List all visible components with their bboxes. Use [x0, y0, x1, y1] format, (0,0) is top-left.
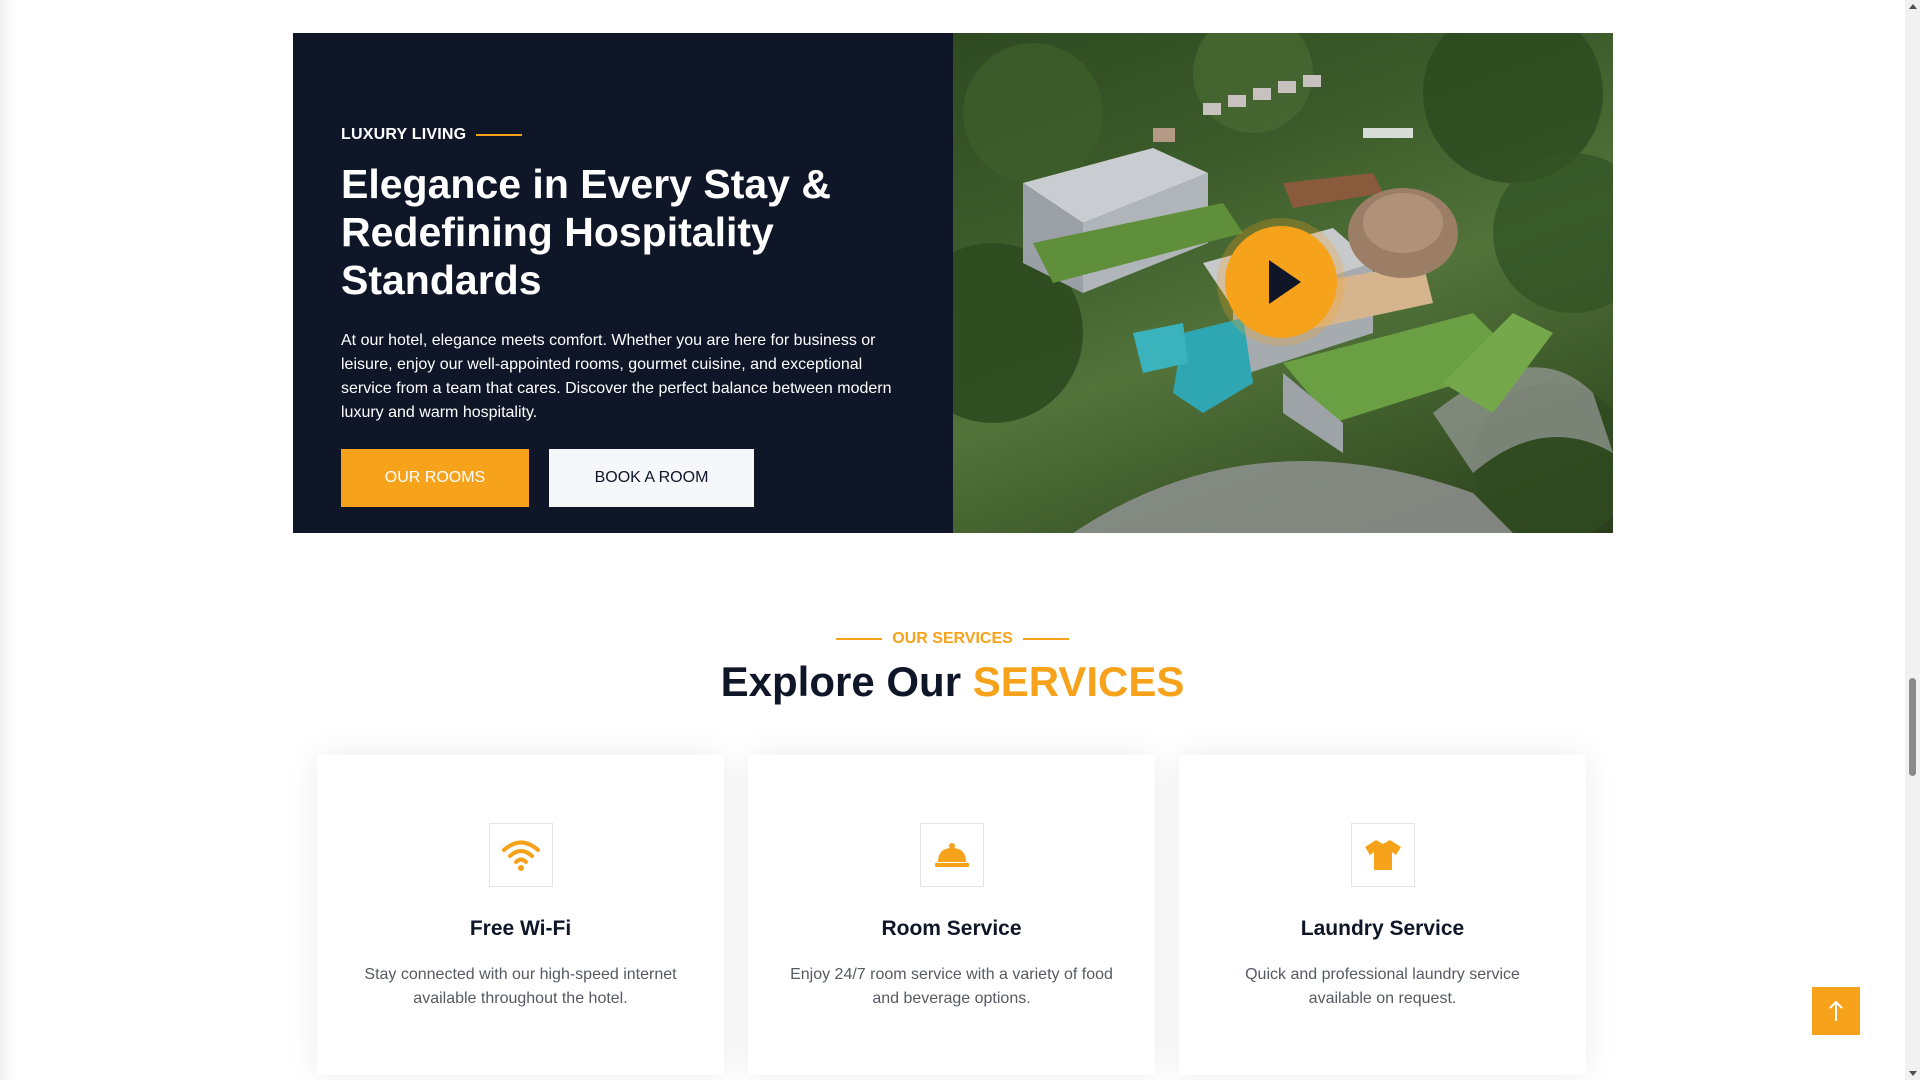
scroll-down-arrow-icon[interactable]	[1909, 1071, 1917, 1076]
hero-description: At our hotel, elegance meets comfort. Wh…	[341, 332, 892, 421]
service-card-wifi[interactable]: Free Wi-Fi Stay connected with our high-…	[317, 755, 724, 1075]
eyebrow-line-left	[836, 638, 883, 640]
eyebrow-line-right	[1022, 638, 1069, 640]
service-description: Quick and professional laundry service a…	[1245, 966, 1520, 1007]
hero-content: LUXURY LIVING Elegance in Every Stay & R…	[293, 33, 953, 533]
service-title: Room Service	[881, 917, 1022, 940]
hero-eyebrow: LUXURY LIVING	[341, 126, 523, 144]
service-icon-box	[488, 823, 553, 887]
service-card-laundry[interactable]: Laundry Service Quick and professional l…	[1179, 755, 1586, 1075]
scroll-up-arrow-icon[interactable]	[1909, 4, 1917, 9]
services-title-accent: SERVICES	[972, 658, 1185, 705]
book-a-room-button[interactable]: BOOK A ROOM	[549, 449, 754, 507]
hotel-aerial-image	[953, 33, 1613, 533]
wifi-icon	[501, 840, 540, 871]
shirt-icon	[1364, 840, 1401, 870]
hero-section: LUXURY LIVING Elegance in Every Stay & R…	[293, 33, 1613, 533]
service-description: Enjoy 24/7 room service with a variety o…	[790, 966, 1113, 1007]
service-card-room-service[interactable]: Room Service Enjoy 24/7 room service wit…	[748, 755, 1155, 1075]
service-description: Stay connected with our high-speed inter…	[364, 966, 677, 1007]
hero-buttons: OUR ROOMS BOOK A ROOM	[341, 449, 754, 507]
hero-title: Elegance in Every Stay & Redefining Hosp…	[341, 161, 831, 303]
play-icon	[1269, 260, 1301, 304]
page-scrollbar[interactable]	[1905, 0, 1920, 1080]
service-title: Free Wi-Fi	[469, 917, 572, 940]
play-video-button[interactable]	[1225, 226, 1337, 338]
our-rooms-button[interactable]: OUR ROOMS	[341, 449, 529, 507]
services-title: Explore Our SERVICES	[0, 656, 1905, 708]
services-eyebrow: OUR SERVICES	[0, 630, 1905, 648]
hero-eyebrow-text: LUXURY LIVING	[341, 126, 467, 143]
scrollbar-thumb[interactable]	[1909, 678, 1916, 776]
service-icon-box	[1350, 823, 1415, 887]
services-cards: Free Wi-Fi Stay connected with our high-…	[317, 755, 1587, 1075]
bell-icon	[934, 843, 969, 867]
services-title-main: Explore Our	[720, 658, 973, 705]
page-edge-shadow	[0, 0, 14, 1080]
service-icon-box	[919, 823, 984, 887]
services-eyebrow-text: OUR SERVICES	[892, 630, 1013, 647]
service-title: Laundry Service	[1300, 917, 1465, 940]
back-to-top-button[interactable]	[1812, 987, 1860, 1035]
eyebrow-line	[476, 134, 523, 136]
arrow-up-icon	[1829, 1000, 1843, 1021]
